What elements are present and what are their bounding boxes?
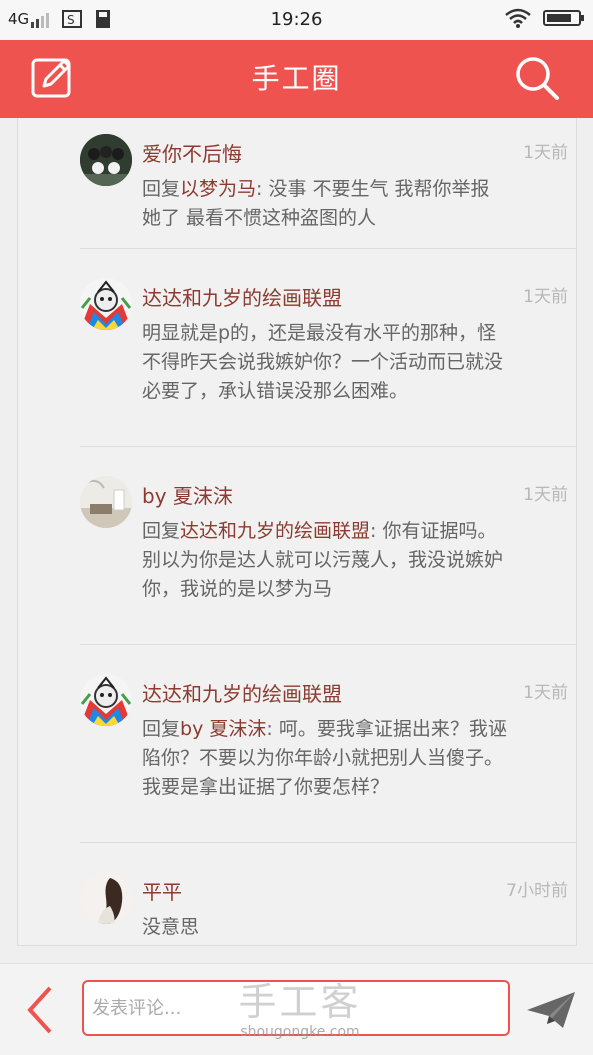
status-right xyxy=(505,8,584,28)
reply-to-user[interactable]: by 夏沫沫 xyxy=(180,718,266,740)
comment-text: 回复达达和九岁的绘画联盟: 你有证据吗。别以为你是达人就可以污蔑人，我没说嫉妒你… xyxy=(142,517,507,604)
divider xyxy=(80,446,576,447)
comment-list[interactable]: 爱你不后悔 1天前 回复以梦为马: 没事 不要生气 我帮你举报她了 最看不惯这种… xyxy=(17,118,577,946)
comment-body: 明显就是p的，还是最没有水平的那种，怪不得昨天会说我嫉妒你？一个活动而已就没必要… xyxy=(142,322,504,402)
reply-to-user[interactable]: 达达和九岁的绘画联盟 xyxy=(180,520,370,542)
comment-username[interactable]: 达达和九岁的绘画联盟 xyxy=(142,678,342,707)
comment-input-bar: 手工客 shougongke.com xyxy=(0,963,593,1055)
comment-time: 1天前 xyxy=(523,287,568,307)
reply-prefix: 回复 xyxy=(142,520,181,542)
comment-text: 回复by 夏沫沫: 呵。要我拿证据出来？我诬陷你？不要以为你年龄小就把别人当傻子… xyxy=(142,715,507,802)
search-button[interactable] xyxy=(513,54,563,104)
status-bar: 4G S 19:26 xyxy=(0,0,593,40)
avatar[interactable] xyxy=(80,476,132,528)
avatar[interactable] xyxy=(80,134,132,186)
comment-text: 明显就是p的，还是最没有水平的那种，怪不得昨天会说我嫉妒你？一个活动而已就没必要… xyxy=(142,319,507,406)
comment-username[interactable]: 爱你不后悔 xyxy=(142,138,242,167)
comment-time: 1天前 xyxy=(523,683,568,703)
divider xyxy=(80,644,576,645)
wifi-icon xyxy=(505,8,531,28)
avatar[interactable] xyxy=(80,872,132,924)
comment-text: 回复以梦为马: 没事 不要生气 我帮你举报她了 最看不惯这种盗图的人 xyxy=(142,175,507,233)
avatar[interactable] xyxy=(80,674,132,726)
divider xyxy=(80,842,576,843)
divider xyxy=(80,248,576,249)
reply-prefix: 回复 xyxy=(142,718,181,740)
avatar[interactable] xyxy=(80,278,132,330)
comment-username[interactable]: 平平 xyxy=(142,876,182,905)
reply-prefix: 回复 xyxy=(142,178,181,200)
comment-text: 没意思 xyxy=(142,913,507,942)
comment-time: 7小时前 xyxy=(506,881,568,901)
search-icon xyxy=(516,57,559,100)
comment-body: 没意思 xyxy=(142,916,200,938)
send-button[interactable] xyxy=(525,990,577,1030)
comment-time: 1天前 xyxy=(523,485,568,505)
page-title: 手工圈 xyxy=(251,62,342,95)
comment-username[interactable]: 达达和九岁的绘画联盟 xyxy=(142,282,342,311)
comment-username[interactable]: by 夏沫沫 xyxy=(142,480,233,509)
reply-to-user[interactable]: 以梦为马 xyxy=(180,178,256,200)
send-icon xyxy=(527,992,575,1028)
battery-icon xyxy=(543,10,584,26)
app-header: 手工圈 xyxy=(0,40,593,118)
comment-time: 1天前 xyxy=(523,143,568,163)
back-button[interactable] xyxy=(20,984,60,1036)
comment-input[interactable] xyxy=(82,980,510,1036)
chevron-left-icon xyxy=(27,986,52,1034)
